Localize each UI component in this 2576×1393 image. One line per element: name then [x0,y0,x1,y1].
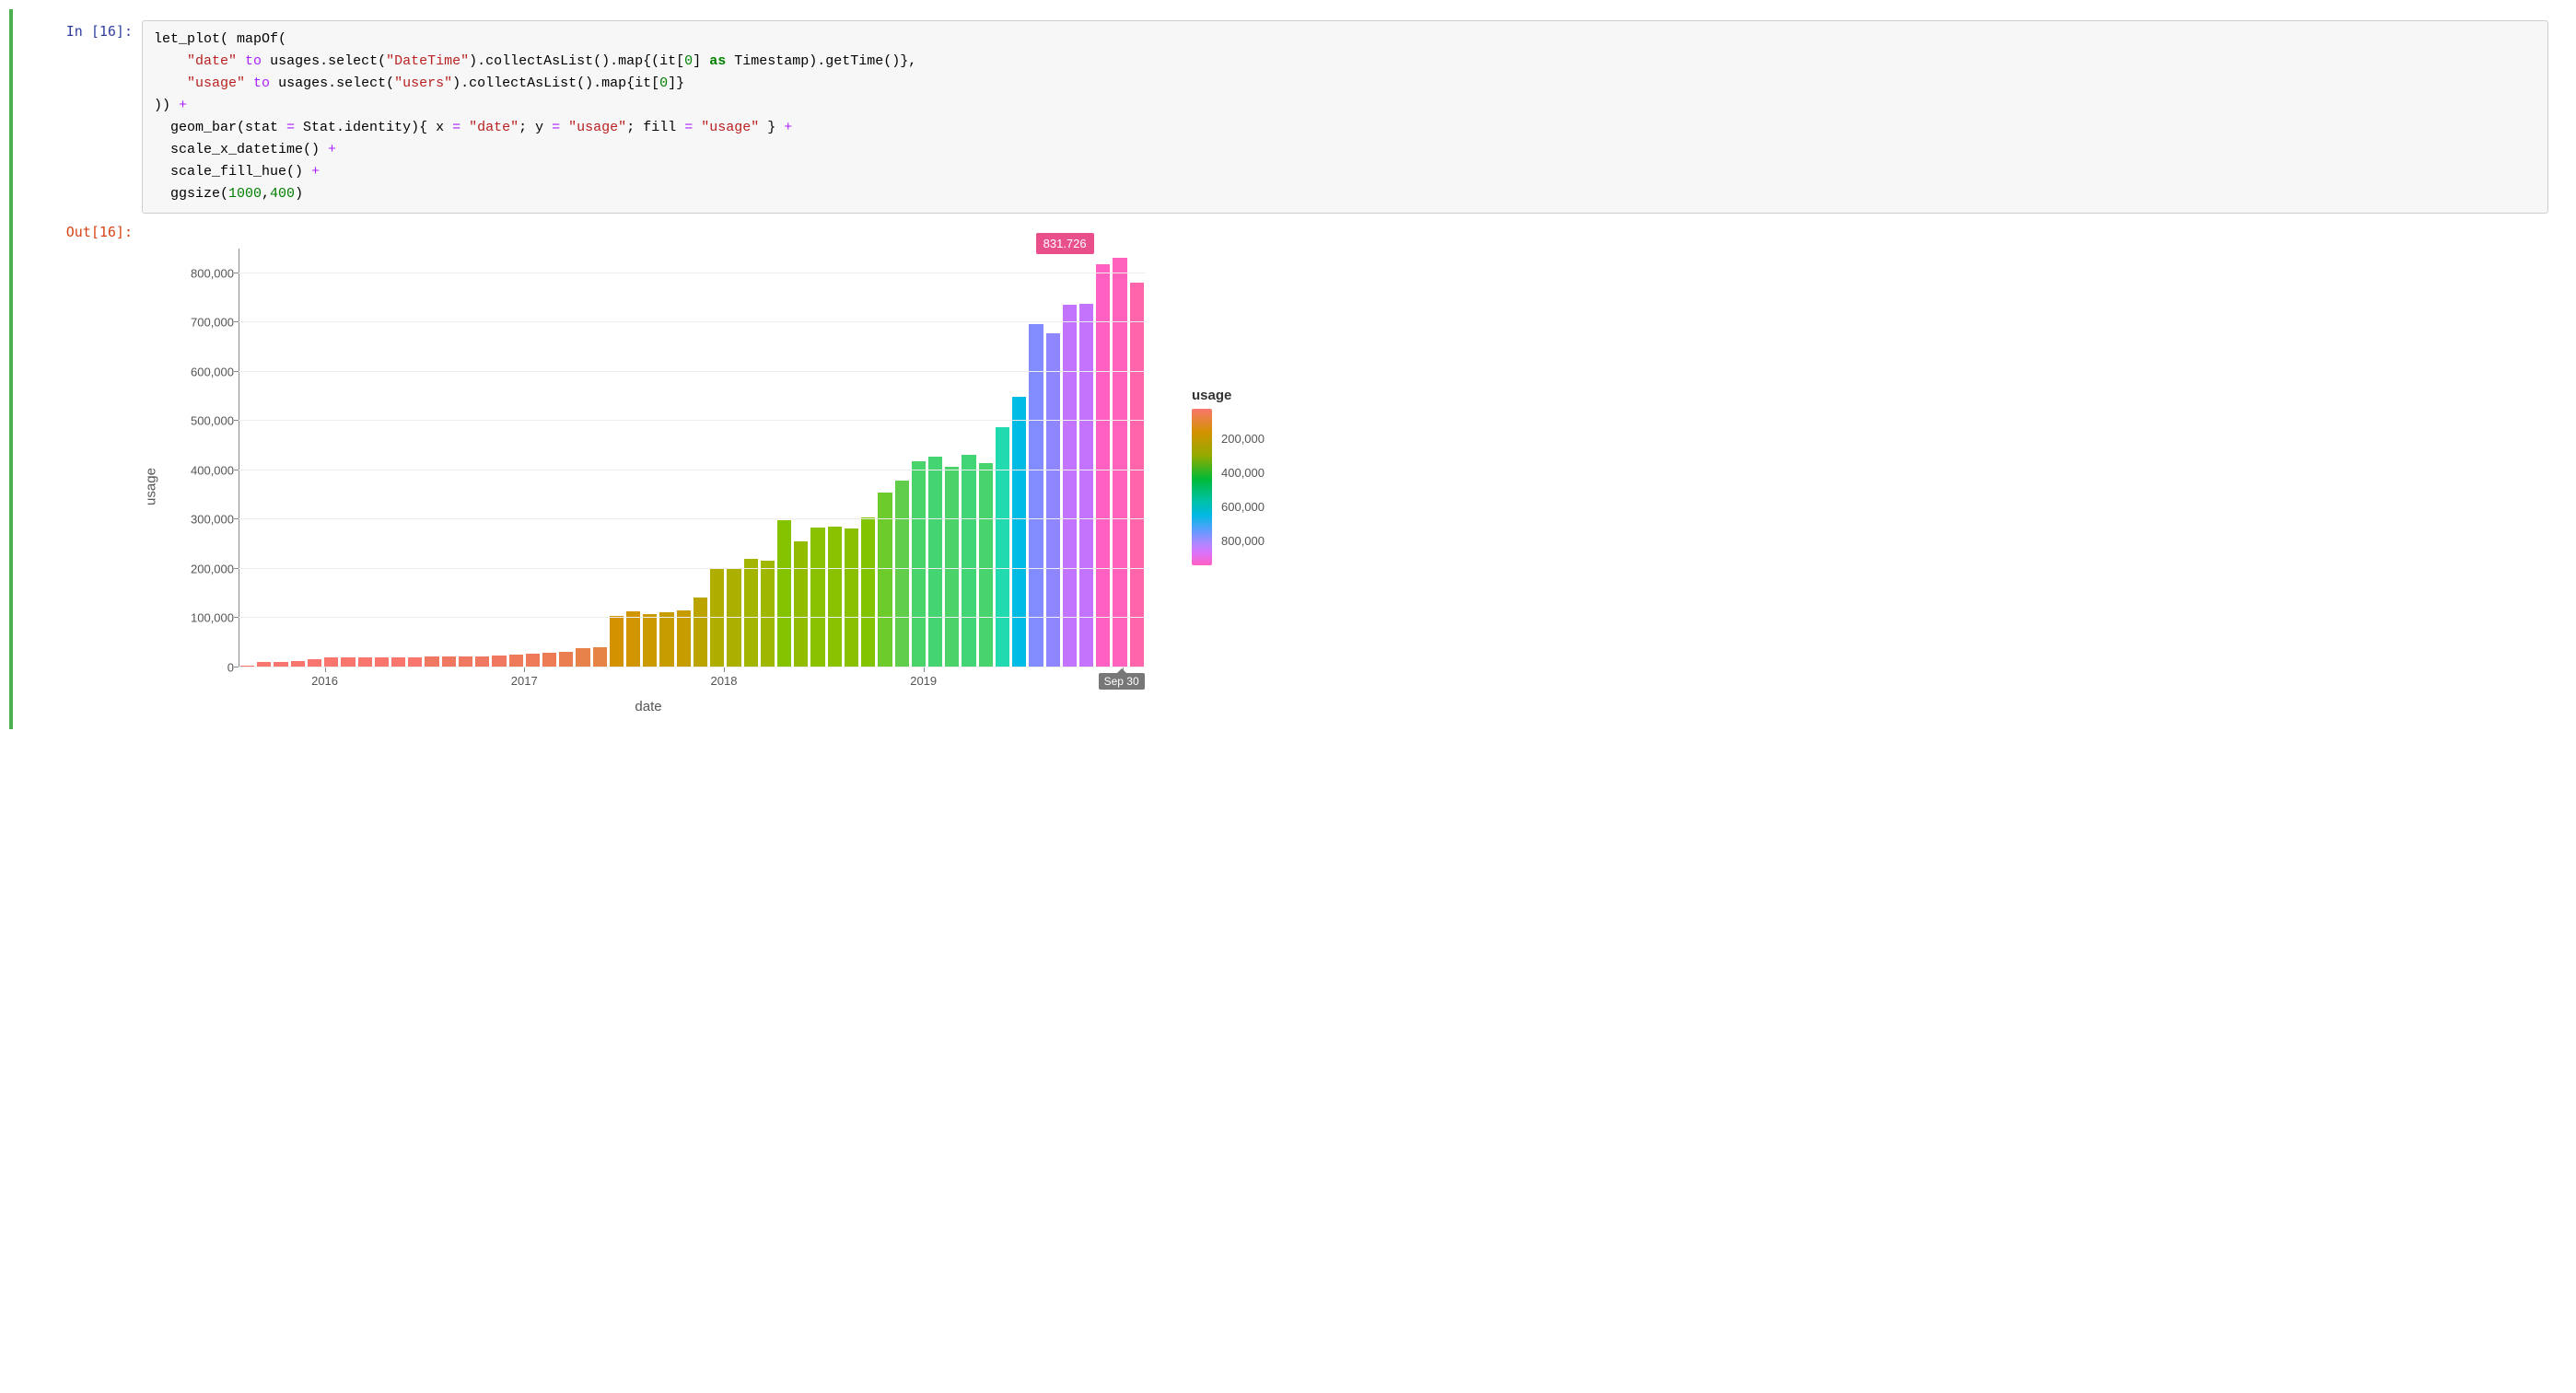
bar[interactable] [677,610,691,667]
bar[interactable] [861,517,875,667]
bar[interactable] [358,657,372,667]
tooltip-value: 831.726 [1036,233,1094,254]
tooltip-xlabel: Sep 30 [1099,673,1145,690]
bar[interactable] [694,598,707,667]
bar[interactable] [1130,283,1144,667]
bar[interactable] [576,648,589,667]
bar[interactable] [308,659,321,667]
bar[interactable] [1096,264,1110,667]
bar[interactable] [761,561,775,667]
bar[interactable] [442,656,456,667]
bar[interactable] [526,654,540,667]
y-tick-label: 700,000 [191,316,234,330]
x-tick-label: 2019 [910,674,937,688]
bar[interactable] [391,657,405,667]
bar[interactable] [659,612,673,667]
bar[interactable] [962,455,975,667]
legend: usage 200,000 400,000 600,000 800,000 [1192,388,1265,571]
y-tick-label: 400,000 [191,463,234,477]
bar[interactable] [559,652,573,667]
bar[interactable] [794,541,808,667]
in-prompt: In [16]: [31,20,142,42]
out-prompt: Out[16]: [31,221,142,243]
notebook-cell-group: In [16]: let_plot( mapOf( "date" to usag… [9,9,2567,729]
bar[interactable] [1063,305,1077,667]
bars-container [239,249,1146,667]
bar[interactable] [928,457,942,667]
y-tick-label: 200,000 [191,562,234,575]
code-input[interactable]: let_plot( mapOf( "date" to usages.select… [142,20,2548,214]
legend-gradient [1192,409,1212,565]
legend-tick: 800,000 [1221,535,1265,547]
legend-tick: 200,000 [1221,433,1265,445]
y-axis-title: usage [144,468,159,505]
y-tick-label: 500,000 [191,414,234,428]
bar[interactable] [509,655,523,667]
bar[interactable] [912,461,926,667]
legend-tick: 400,000 [1221,467,1265,479]
output-area: usage 20162017201820192020 831.726 Sep 3… [142,221,2548,718]
bar[interactable] [408,657,422,667]
input-cell: In [16]: let_plot( mapOf( "date" to usag… [13,17,2567,217]
bar[interactable] [1029,324,1043,667]
y-tick-label: 300,000 [191,513,234,527]
bar[interactable] [845,528,858,667]
bar[interactable] [492,656,506,667]
legend-ticks: 200,000 400,000 600,000 800,000 [1221,409,1265,565]
bar[interactable] [996,427,1009,667]
x-tick-label: 2016 [311,674,338,688]
bar[interactable] [643,614,657,667]
y-tick-label: 100,000 [191,611,234,625]
bar[interactable] [610,616,624,667]
bar[interactable] [1079,304,1093,667]
bar[interactable] [475,656,489,667]
x-tick-label: 2018 [711,674,738,688]
bar[interactable] [810,528,824,667]
plot-area[interactable]: 20162017201820192020 831.726 Sep 30 [239,249,1146,667]
bar[interactable] [828,527,842,667]
bar[interactable] [945,467,959,667]
x-axis-title: date [635,699,661,714]
bar[interactable] [1012,397,1026,667]
bar[interactable] [895,481,909,667]
y-tick-label: 0 [227,661,234,675]
bar[interactable] [375,657,389,667]
bar[interactable] [425,656,438,667]
bar[interactable] [979,463,993,667]
bar[interactable] [459,656,472,667]
legend-title: usage [1192,388,1265,403]
bar-chart[interactable]: usage 20162017201820192020 831.726 Sep 3… [142,239,1155,718]
bar[interactable] [341,657,355,667]
bar[interactable] [744,559,758,667]
bar[interactable] [542,653,556,667]
bar[interactable] [324,657,338,667]
bar[interactable] [777,520,791,667]
output-cell: Out[16]: usage 20162017201820192020 831.… [13,217,2567,722]
legend-tick: 600,000 [1221,501,1265,513]
y-tick-label: 800,000 [191,266,234,280]
bar[interactable] [593,647,607,667]
bar[interactable] [1113,258,1126,667]
y-tick-label: 600,000 [191,365,234,378]
x-tick-label: 2017 [511,674,538,688]
bar[interactable] [626,611,640,667]
